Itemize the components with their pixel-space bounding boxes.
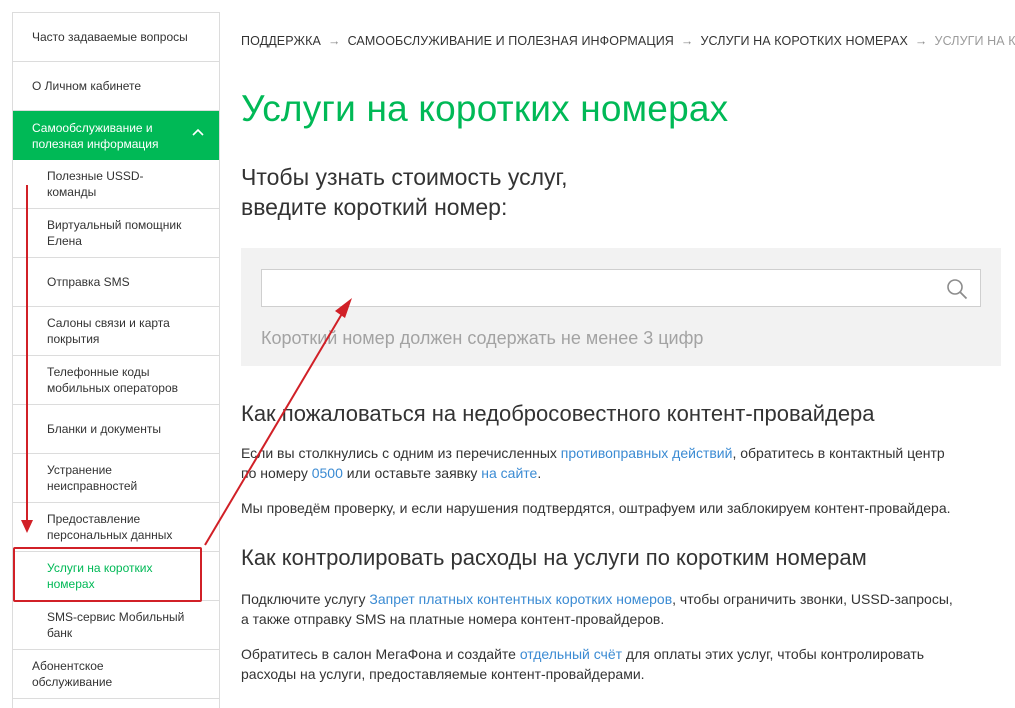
sidebar-item-label: Абонентское обслуживание: [32, 659, 113, 689]
sidebar-subitem-label: Предоставление персональных данных: [47, 512, 173, 542]
sidebar-subitem-sms-mobile-bank[interactable]: SMS-сервис Мобильный банк: [13, 601, 219, 650]
main-content: Поддержка → Самообслуживание и полезная ин…: [241, 0, 1015, 708]
sidebar-subitem-label: Салоны связи и карта покрытия: [47, 316, 170, 346]
separate-account-link[interactable]: отдельный счёт: [520, 646, 622, 662]
sidebar-item-self-service[interactable]: Самообслуживание и полезная информация: [13, 111, 219, 160]
sidebar-subitem-label: Устранение неисправностей: [47, 463, 138, 493]
text-fragment: , обратитесь в контактный центр: [732, 445, 945, 461]
sidebar-item-faq[interactable]: Часто задаваемые вопросы: [13, 13, 219, 62]
illegal-actions-link[interactable]: противоправных действий: [561, 445, 733, 461]
sidebar-subitem-forms-documents[interactable]: Бланки и документы: [13, 405, 219, 454]
sidebar-subitem-stores-coverage[interactable]: Салоны связи и карта покрытия: [13, 307, 219, 356]
chevron-up-icon[interactable]: [191, 126, 205, 140]
breadcrumb-support[interactable]: Поддержка: [241, 34, 321, 48]
breadcrumb-current: Услуги на корот: [934, 34, 1015, 48]
text-fragment: Подключите услугу: [241, 591, 370, 607]
sidebar-subitem-label: Телефонные коды мобильных операторов: [47, 365, 179, 395]
sidebar-subitem-ussd[interactable]: Полезные USSD-команды: [13, 160, 219, 209]
sidebar-subitem-troubleshooting[interactable]: Устранение неисправностей: [13, 454, 219, 503]
on-site-link[interactable]: на сайте: [481, 465, 537, 481]
text-fragment: для оплаты этих услуг, чтобы контролиров…: [622, 646, 925, 662]
sidebar-subitem-label: Отправка SMS: [47, 275, 130, 289]
breadcrumb-separator: →: [914, 34, 928, 48]
section-control-text-2: Обратитесь в салон МегаФона и создайте о…: [241, 644, 1001, 684]
page-title: Услуги на коротких номерах: [241, 88, 729, 129]
subtitle-line: Чтобы узнать стоимость услуг,: [241, 164, 568, 190]
phone-0500-link[interactable]: 0500: [312, 465, 343, 481]
text-fragment: расходы на услуги, предоставляемые конте…: [241, 666, 645, 682]
text-fragment: а также отправку SMS на платные номера к…: [241, 611, 665, 627]
annotation-highlight-box: [13, 547, 202, 602]
sidebar-subitem-operator-codes[interactable]: Телефонные коды мобильных операторов: [13, 356, 219, 405]
subtitle-line: введите короткий номер:: [241, 194, 508, 220]
text-fragment: по номеру: [241, 465, 312, 481]
breadcrumb: Поддержка → Самообслуживание и полезная ин…: [241, 34, 1015, 48]
search-hint: Короткий номер должен содержать не менее…: [261, 328, 704, 348]
sidebar-item-personal-account[interactable]: О Личном кабинете: [13, 62, 219, 111]
sidebar-menu: Часто задаваемые вопросы О Личном кабине…: [12, 12, 220, 708]
sidebar-subitem-label: SMS-сервис Мобильный банк: [47, 610, 185, 640]
sidebar-subitem-personal-data[interactable]: Предоставление персональных данных: [13, 503, 219, 552]
text-fragment: Обратитесь в салон МегаФона и создайте: [241, 646, 520, 662]
breadcrumb-separator: →: [327, 34, 341, 48]
content-numbers-ban-link[interactable]: Запрет платных контентных коротких номер…: [369, 591, 672, 607]
sidebar-subitem-send-sms[interactable]: Отправка SMS: [13, 258, 219, 307]
section-heading-complaint: Как пожаловаться на недобросовестного ко…: [241, 401, 875, 426]
sidebar-item-label: Самообслуживание и полезная информация: [32, 120, 159, 151]
page-subtitle: Чтобы узнать стоимость услуг, введите ко…: [241, 162, 741, 222]
sidebar-item-label: О Личном кабинете: [32, 79, 142, 93]
breadcrumb-short-numbers[interactable]: Услуги на коротких номерах: [701, 34, 908, 48]
sidebar-subitem-label: Виртуальный помощник Елена: [47, 218, 182, 248]
section-control-text: Подключите услугу Запрет платных контент…: [241, 589, 1001, 629]
section-complaint-text-2: Мы проведём проверку, и если нарушения п…: [241, 500, 951, 516]
short-number-search-panel: Короткий номер должен содержать не менее…: [241, 248, 1001, 366]
sidebar-subitem-label: Бланки и документы: [47, 422, 161, 436]
breadcrumb-self-service[interactable]: Самообслуживание и полезная информация: [348, 34, 674, 48]
sidebar-item-subscriber-service[interactable]: Абонентское обслуживание: [13, 650, 219, 699]
section-heading-control: Как контролировать расходы на услуги по …: [241, 545, 867, 570]
text-fragment: или оставьте заявку: [342, 465, 482, 481]
sidebar-subitem-virtual-assistant[interactable]: Виртуальный помощник Елена: [13, 209, 219, 258]
section-complaint-text: Если вы столкнулись с одним из перечисле…: [241, 443, 1001, 483]
short-number-input[interactable]: [272, 271, 936, 307]
text-fragment: Если вы столкнулись с одним из перечисле…: [241, 445, 561, 461]
sidebar-item-label: Часто задаваемые вопросы: [32, 30, 188, 44]
search-box: [261, 269, 981, 307]
breadcrumb-separator: →: [680, 34, 694, 48]
search-icon[interactable]: [946, 278, 968, 300]
text-fragment: .: [537, 465, 542, 481]
sidebar-subitem-label: Полезные USSD-команды: [47, 169, 144, 199]
text-fragment: , чтобы ограничить звонки, USSD-запросы,: [672, 591, 953, 607]
